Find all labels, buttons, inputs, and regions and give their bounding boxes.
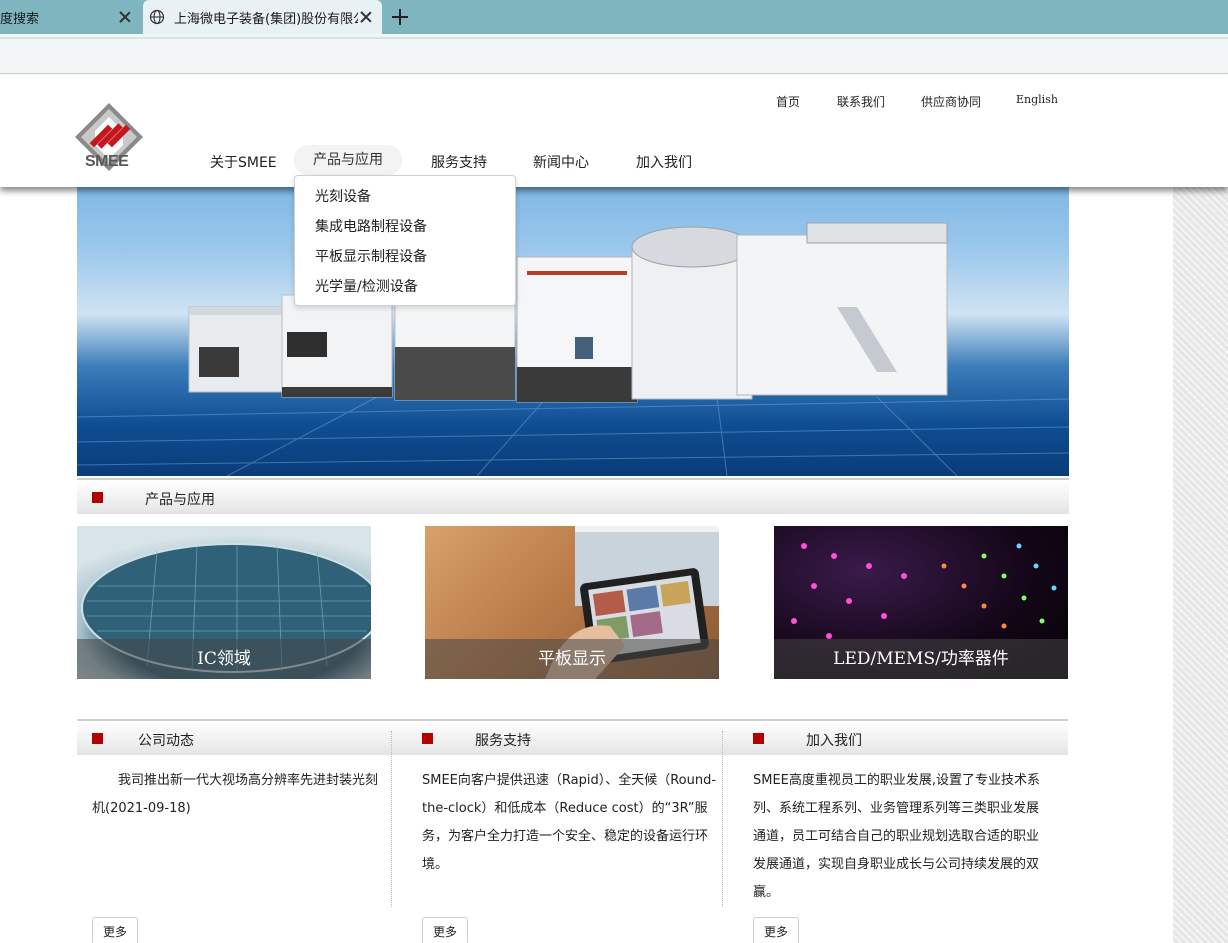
product-tile-led[interactable]: LED/MEMS/功率器件 — [774, 526, 1068, 679]
close-icon[interactable] — [358, 9, 374, 25]
main-nav-news[interactable]: 新闻中心 — [533, 152, 589, 172]
top-nav-contact[interactable]: 联系我们 — [837, 93, 885, 110]
tile-caption: LED/MEMS/功率器件 — [774, 639, 1068, 679]
hero-banner-image — [77, 187, 1069, 476]
section-marker-icon — [92, 733, 103, 744]
products-section-title: 产品与应用 — [145, 492, 215, 508]
columns-header-bar: 公司动态 服务支持 加入我们 — [77, 719, 1068, 755]
column-divider — [722, 731, 723, 907]
dropdown-item-fpd-process[interactable]: 平板显示制程设备 — [295, 242, 515, 272]
site-header: SMEE 首页 联系我们 供应商协同 English 关于SMEE 产品与应用 … — [0, 75, 1228, 187]
main-nav-join[interactable]: 加入我们 — [636, 152, 692, 172]
products-section-header: 产品与应用 — [77, 478, 1069, 514]
news-more-button[interactable]: 更多 — [92, 917, 138, 943]
main-nav-products[interactable]: 产品与应用 — [294, 145, 402, 175]
browser-toolbar — [0, 34, 1228, 74]
tile-caption: 平板显示 — [425, 639, 719, 679]
dropdown-item-lithography[interactable]: 光刻设备 — [295, 182, 515, 212]
join-section-title: 加入我们 — [806, 733, 862, 749]
join-more-button[interactable]: 更多 — [753, 917, 799, 943]
column-divider — [391, 731, 392, 907]
browser-tab-active[interactable]: 上海微电子装备(集团)股份有限公司 — [143, 0, 382, 34]
new-tab-icon[interactable] — [390, 7, 410, 27]
top-nav-home[interactable]: 首页 — [776, 93, 800, 110]
section-marker-icon — [753, 733, 764, 744]
section-marker-icon — [422, 733, 433, 744]
news-item-link[interactable]: 我司推出新一代大视场高分辨率先进封装光刻机(2021-09-18) — [92, 767, 388, 823]
section-marker-icon — [92, 492, 103, 503]
product-tile-ic[interactable]: IC领域 — [77, 526, 371, 679]
top-nav-supplier[interactable]: 供应商协同 — [921, 93, 981, 110]
logo-wordmark: SMEE — [85, 153, 129, 170]
service-section-title: 服务支持 — [475, 733, 531, 749]
top-nav-english[interactable]: English — [1016, 93, 1058, 106]
page-side-strip — [1173, 187, 1228, 943]
browser-tab-bar: 度搜索 上海微电子装备(集团)股份有限公司 — [0, 0, 1228, 34]
product-tile-fpd[interactable]: 平板显示 — [425, 526, 719, 679]
dropdown-item-ic-process[interactable]: 集成电路制程设备 — [295, 212, 515, 242]
close-icon[interactable] — [117, 9, 133, 25]
browser-tab-title: 上海微电子装备(集团)股份有限公司 — [174, 11, 358, 27]
join-description: SMEE高度重视员工的职业发展,设置了专业技术系列、系统工程系列、业务管理系列等… — [753, 773, 1041, 900]
main-nav-service[interactable]: 服务支持 — [431, 152, 487, 172]
browser-tab[interactable]: 度搜索 — [0, 0, 141, 34]
dropdown-item-metrology[interactable]: 光学量/检测设备 — [295, 272, 515, 302]
globe-icon — [149, 9, 165, 25]
service-description: SMEE向客户提供迅速（Rapid）、全天候（Round-the-clock）和… — [422, 773, 717, 872]
tile-caption: IC领域 — [77, 639, 371, 679]
service-more-button[interactable]: 更多 — [422, 917, 468, 943]
news-section-title: 公司动态 — [138, 733, 194, 749]
main-nav-about[interactable]: 关于SMEE — [210, 152, 277, 172]
browser-tab-title: 度搜索 — [0, 11, 40, 27]
equipment-illustration — [77, 222, 1069, 476]
products-dropdown-menu: 光刻设备 集成电路制程设备 平板显示制程设备 光学量/检测设备 — [294, 175, 516, 306]
